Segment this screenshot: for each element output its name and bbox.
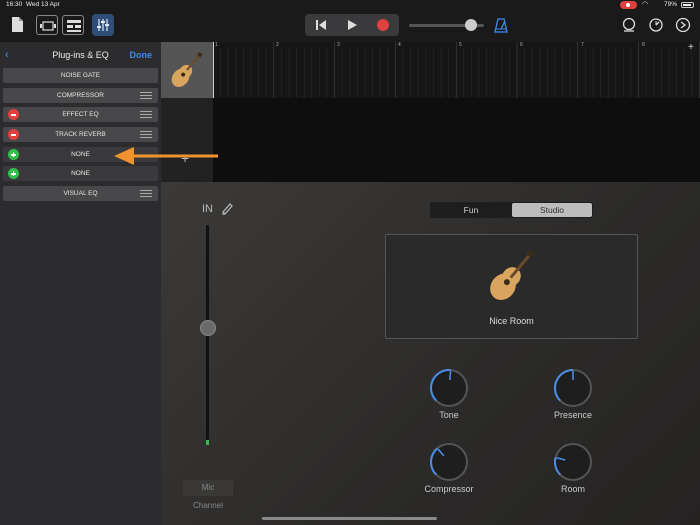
wifi-icon: ◠ bbox=[642, 1, 649, 8]
plugin-label: EFFECT EQ bbox=[62, 111, 99, 118]
timeline-ruler[interactable]: 1 2 3 4 5 6 7 8 bbox=[213, 42, 700, 98]
input-label[interactable]: IN bbox=[202, 203, 213, 215]
battery-icon bbox=[681, 2, 694, 8]
channel-label: Channel bbox=[193, 501, 223, 510]
room-name: Nice Room bbox=[489, 316, 534, 326]
input-settings-icon[interactable] bbox=[220, 201, 234, 215]
mode-studio[interactable]: Studio bbox=[512, 203, 592, 217]
add-section-button[interactable]: + bbox=[688, 42, 694, 53]
document-icon[interactable] bbox=[11, 17, 23, 32]
plugin-label: NOISE GATE bbox=[60, 72, 101, 79]
reorder-handle-icon[interactable] bbox=[140, 111, 152, 118]
presence-knob[interactable] bbox=[552, 367, 594, 409]
plugin-label: VISUAL EQ bbox=[63, 190, 98, 197]
tone-label: Tone bbox=[439, 410, 459, 420]
plugins-eq-sidebar: ‹ Plug-ins & EQ Done NOISE GATE COMPRESS… bbox=[0, 42, 161, 525]
presence-label: Presence bbox=[553, 410, 593, 420]
metronome-icon[interactable] bbox=[493, 17, 509, 33]
tone-knob[interactable] bbox=[428, 367, 470, 409]
room-knob[interactable] bbox=[552, 441, 594, 483]
mode-segmented-control: Fun Studio bbox=[430, 202, 593, 218]
mixer-icon[interactable] bbox=[92, 14, 114, 36]
plugin-label: NONE bbox=[71, 170, 90, 177]
track-header-guitar[interactable] bbox=[161, 42, 213, 98]
timer-icon[interactable] bbox=[648, 17, 664, 33]
plugin-slot-effect-eq[interactable]: EFFECT EQ bbox=[3, 107, 158, 122]
status-time: 16:30 Wed 13 Apr bbox=[6, 1, 60, 8]
settings-icon[interactable] bbox=[675, 17, 691, 33]
track-lane-empty bbox=[213, 98, 700, 182]
plugin-slot-noise-gate[interactable]: NOISE GATE bbox=[3, 68, 158, 83]
tracks-view-icon[interactable] bbox=[36, 15, 58, 35]
status-bar: 16:30 Wed 13 Apr ◠ 79% bbox=[0, 0, 700, 10]
plugin-slot-track-reverb[interactable]: TRACK REVERB bbox=[3, 127, 158, 142]
mic-button[interactable]: Mic bbox=[183, 480, 233, 496]
plugin-slot-compressor[interactable]: COMPRESSOR bbox=[3, 88, 158, 103]
plugin-slot-empty-2[interactable]: NONE bbox=[3, 166, 158, 181]
view-toggle bbox=[36, 15, 84, 35]
room-label: Room bbox=[560, 484, 585, 494]
recording-indicator bbox=[620, 1, 637, 9]
mode-fun[interactable]: Fun bbox=[431, 203, 511, 217]
acoustic-guitar-icon bbox=[171, 51, 203, 87]
browser-icon[interactable] bbox=[62, 15, 84, 35]
input-level-indicator bbox=[206, 440, 209, 445]
annotation-arrow-icon bbox=[114, 147, 218, 165]
reorder-handle-icon[interactable] bbox=[140, 92, 152, 99]
transport-controls bbox=[305, 14, 399, 36]
acoustic-guitar-icon bbox=[480, 244, 544, 308]
plugin-slot-visual-eq[interactable]: VISUAL EQ bbox=[3, 186, 158, 201]
rewind-icon[interactable] bbox=[305, 14, 336, 36]
plugin-label: COMPRESSOR bbox=[57, 92, 104, 99]
tracks-area: 1 2 3 4 5 6 7 8 bbox=[161, 42, 700, 182]
sidebar-header: ‹ Plug-ins & EQ Done bbox=[0, 42, 161, 67]
track-header-empty bbox=[161, 98, 213, 182]
playhead[interactable] bbox=[213, 42, 214, 98]
compressor-knob[interactable] bbox=[428, 441, 470, 483]
done-button[interactable]: Done bbox=[130, 50, 153, 60]
loop-icon[interactable] bbox=[621, 17, 637, 33]
reorder-handle-icon[interactable] bbox=[140, 131, 152, 138]
plugin-label: TRACK REVERB bbox=[55, 131, 106, 138]
play-icon[interactable] bbox=[336, 14, 367, 36]
ruler-ticks bbox=[213, 42, 700, 98]
toolbar bbox=[0, 10, 700, 42]
reorder-handle-icon[interactable] bbox=[140, 190, 152, 197]
battery-percent: 79% bbox=[664, 1, 678, 8]
compressor-label: Compressor bbox=[424, 484, 474, 494]
volume-thumb[interactable] bbox=[465, 19, 477, 31]
home-indicator[interactable] bbox=[262, 517, 437, 520]
record-icon[interactable] bbox=[367, 14, 398, 36]
